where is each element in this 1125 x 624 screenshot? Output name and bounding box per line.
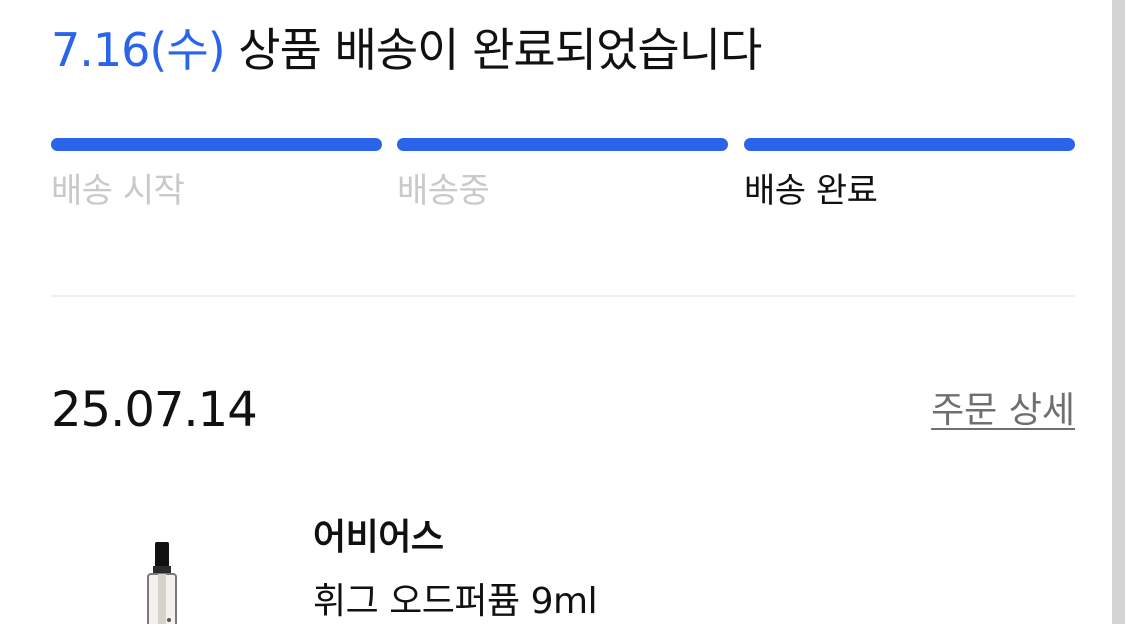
step-label-delivered: 배송 완료 — [744, 171, 878, 211]
order-detail-link[interactable]: 주문 상세 — [931, 386, 1075, 436]
progress-segment-start — [51, 138, 382, 151]
product-brand: 어비어스 — [313, 517, 444, 558]
perfume-bottle-icon — [147, 542, 177, 624]
order-date: 25.07.14 — [51, 382, 258, 438]
delivery-status-title: 7.16(수) 상품 배송이 완료되었습니다 — [51, 18, 762, 82]
step-label-in-transit: 배송중 — [397, 171, 490, 211]
delivery-progress-bar — [51, 138, 1075, 151]
section-divider — [51, 295, 1075, 297]
product-name[interactable]: 휘그 오드퍼퓸 9ml — [313, 577, 598, 624]
delivery-date: 7.16(수) — [51, 23, 226, 77]
progress-segment-delivered — [744, 138, 1075, 151]
scrollbar[interactable] — [1112, 0, 1125, 624]
order-delivery-screen: 7.16(수) 상품 배송이 완료되었습니다 배송 시작 배송중 배송 완료 2… — [0, 0, 1125, 624]
order-content: 7.16(수) 상품 배송이 완료되었습니다 배송 시작 배송중 배송 완료 2… — [51, 0, 1075, 624]
step-label-start: 배송 시작 — [51, 171, 185, 211]
perfume-bottle-icon[interactable] — [146, 530, 186, 624]
progress-segment-in-transit — [397, 138, 728, 151]
delivery-status-text: 상품 배송이 완료되었습니다 — [238, 23, 762, 77]
